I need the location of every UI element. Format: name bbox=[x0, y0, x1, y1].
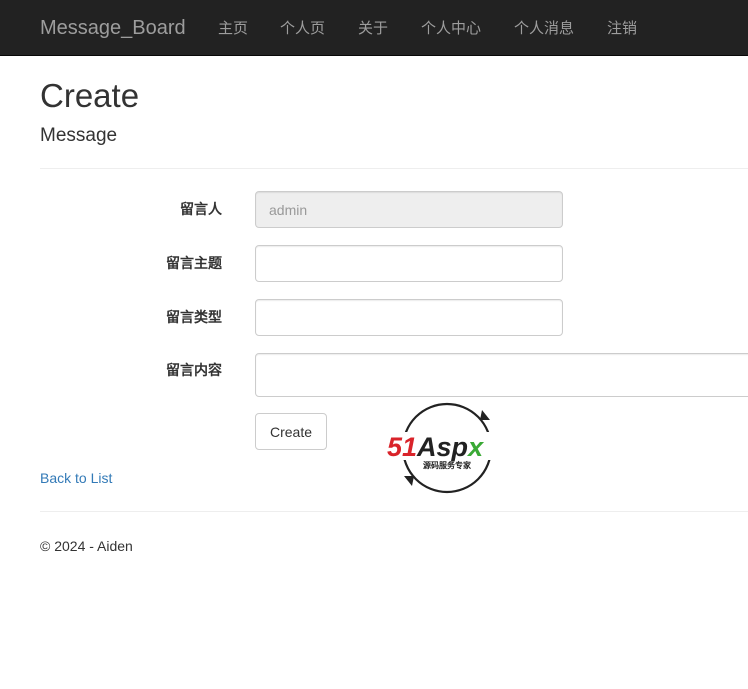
subject-input[interactable] bbox=[255, 245, 563, 282]
author-input[interactable] bbox=[255, 191, 563, 228]
nav-item-messages[interactable]: 个人消息 bbox=[514, 18, 574, 38]
type-input[interactable] bbox=[255, 299, 563, 336]
nav-item-logout[interactable]: 注销 bbox=[607, 18, 637, 38]
logo-arrow-icon bbox=[480, 410, 490, 420]
back-to-list-link[interactable]: Back to List bbox=[40, 469, 112, 487]
brand-link[interactable]: Message_Board bbox=[40, 16, 186, 40]
watermark-logo: 51Aspx 源码服务专家 bbox=[386, 402, 512, 494]
logo-text-red: 51 bbox=[387, 432, 417, 462]
subject-label: 留言主题 bbox=[166, 256, 222, 272]
top-navbar: Message_Board 主页 个人页 关于 个人中心 个人消息 注销 bbox=[0, 0, 748, 56]
footer-copyright: © 2024 - Aiden bbox=[40, 538, 133, 554]
page-title: Create bbox=[40, 77, 140, 114]
logo-tagline: 源码服务专家 bbox=[423, 460, 472, 470]
svg-text:51Aspx: 51Aspx bbox=[387, 432, 484, 462]
nav-item-about[interactable]: 关于 bbox=[358, 18, 388, 38]
logo-arrow-icon-2 bbox=[404, 476, 414, 486]
header-divider bbox=[40, 168, 748, 169]
create-button[interactable]: Create bbox=[255, 413, 327, 450]
nav-item-user-center[interactable]: 个人中心 bbox=[421, 18, 481, 38]
logo-text-dark: Asp bbox=[416, 432, 468, 462]
content-label: 留言内容 bbox=[166, 363, 222, 379]
author-label: 留言人 bbox=[180, 202, 222, 218]
nav-item-profile[interactable]: 个人页 bbox=[280, 18, 325, 38]
nav-item-home[interactable]: 主页 bbox=[218, 18, 248, 38]
type-label: 留言类型 bbox=[166, 310, 222, 326]
logo-text-green: x bbox=[466, 432, 484, 462]
content-textarea[interactable] bbox=[255, 353, 748, 397]
footer-divider bbox=[40, 511, 748, 512]
page-subtitle: Message bbox=[40, 125, 118, 146]
